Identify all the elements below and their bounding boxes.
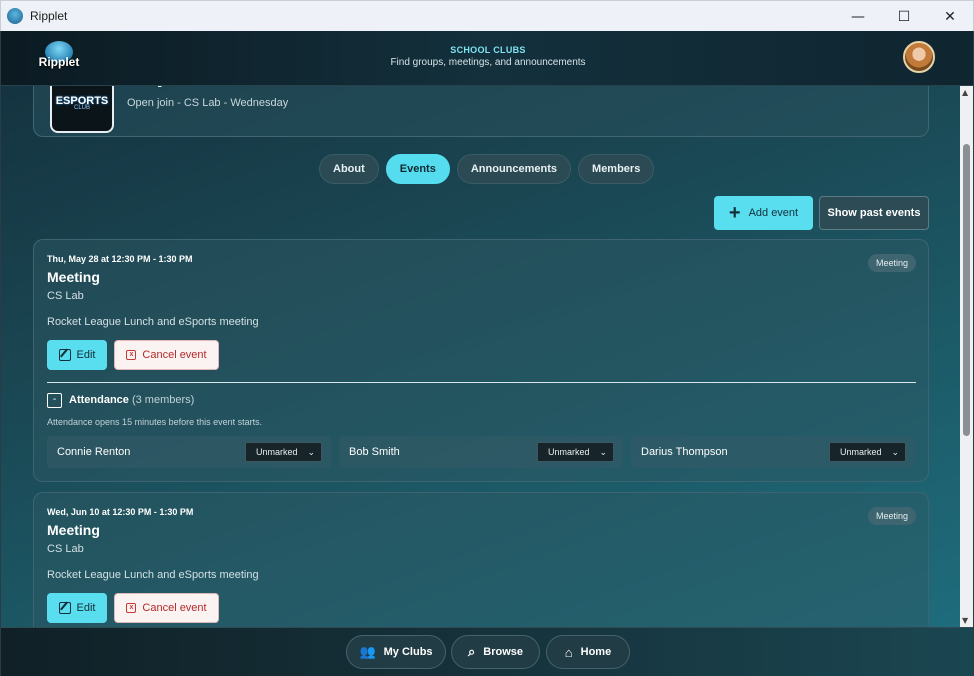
bottom-nav: 👥 My Clubs ⌕ Browse ⌂ Home [1,627,973,676]
attendance-status-select[interactable]: Unmarked ⌄ [829,442,906,462]
status-value: Unmarked [256,447,298,457]
club-meta: Open join - CS Lab - Wednesday [127,97,289,109]
cancel-label: Cancel event [142,602,207,614]
event-title: Meeting [47,522,100,538]
maximize-button[interactable]: ☐ [881,1,927,32]
add-event-label: Add event [748,207,799,219]
attendance-member: Bob Smith Unmarked ⌄ [339,436,623,468]
club-logo: ESPORTS CLUB [50,86,114,133]
scroll-down-icon[interactable]: ▼ [962,616,968,625]
add-event-button[interactable]: + Add event [714,196,813,230]
search-icon: ⌕ [467,644,476,659]
cancel-label: Cancel event [142,349,207,361]
event-title: Meeting [47,269,100,285]
event-description: Rocket League Lunch and eSports meeting [47,569,259,581]
attendance-note: Attendance opens 15 minutes before this … [47,417,263,427]
event-card: Thu, May 28 at 12:30 PM - 1:30 PM Meetin… [33,239,929,482]
club-logo-subtext: CLUB [73,105,90,111]
event-location: CS Lab [47,290,84,302]
chevron-down-icon: ⌄ [599,446,607,457]
edit-event-button[interactable]: Edit [47,593,107,623]
chevron-down-icon: ⌄ [891,446,899,457]
show-past-events-button[interactable]: Show past events [819,196,929,230]
edit-label: Edit [76,602,96,614]
attendance-label: Attendance (3 members) [69,394,194,406]
event-type-badge: Meeting [868,507,917,525]
attendance-status-select[interactable]: Unmarked ⌄ [537,442,614,462]
status-value: Unmarked [840,447,882,457]
window-title: Ripplet [30,9,68,23]
nav-label: Browse [483,646,524,658]
nav-label: Home [580,646,612,658]
close-box-icon: x [126,603,137,613]
event-card: Wed, Jun 10 at 12:30 PM - 1:30 PM Meetin… [33,492,929,627]
header-title: SCHOOL CLUBS [450,45,526,55]
app-window: Ripplet SCHOOL CLUBS Find groups, meetin… [0,31,974,676]
attendance-collapse-toggle[interactable]: - [47,393,62,408]
tab-about[interactable]: About [319,154,379,184]
event-location: CS Lab [47,543,84,555]
scrollbar-thumb[interactable] [963,144,970,436]
header-subtitle: Find groups, meetings, and announcements [390,57,586,68]
edit-icon [58,602,71,614]
event-date: Thu, May 28 at 12:30 PM - 1:30 PM [47,254,193,264]
attendance-title: Attendance [69,394,129,406]
attendance-member: Darius Thompson Unmarked ⌄ [631,436,915,468]
nav-my-clubs-button[interactable]: 👥 My Clubs [346,635,446,669]
member-name: Bob Smith [349,446,400,458]
club-header-card: ESPORTS CLUB eSports Open join - CS Lab … [33,86,929,137]
nav-label: My Clubs [383,646,433,658]
attendance-status-select[interactable]: Unmarked ⌄ [245,442,322,462]
event-type-badge: Meeting [868,254,917,272]
divider [47,382,916,383]
nav-browse-button[interactable]: ⌕ Browse [451,635,540,669]
edit-event-button[interactable]: Edit [47,340,107,370]
window-titlebar: Ripplet — ☐ ✕ [0,0,974,31]
attendance-member: Connie Renton Unmarked ⌄ [47,436,331,468]
attendance-list: Connie Renton Unmarked ⌄ Bob Smith Unmar… [47,436,915,468]
edit-icon [58,349,71,361]
home-icon: ⌂ [564,644,573,660]
event-description: Rocket League Lunch and eSports meeting [47,316,259,328]
tab-announcements[interactable]: Announcements [456,154,572,184]
member-name: Connie Renton [57,446,131,458]
app-icon [7,8,23,24]
close-button[interactable]: ✕ [927,1,973,32]
scroll-up-icon[interactable]: ▲ [962,88,968,97]
club-name: eSports [127,86,216,89]
logo-text: Ripplet [38,55,80,69]
vertical-scrollbar[interactable]: ▲ ▼ [960,86,973,627]
nav-home-button[interactable]: ⌂ Home [546,635,630,669]
user-avatar[interactable] [903,41,935,73]
plus-icon: + [728,202,741,224]
chevron-down-icon: ⌄ [307,446,315,457]
club-tabs: About Events Announcements Members [319,154,655,184]
main-content[interactable]: ESPORTS CLUB eSports Open join - CS Lab … [1,86,959,627]
close-box-icon: x [126,350,137,360]
cancel-event-button[interactable]: x Cancel event [114,593,219,623]
ripplet-logo[interactable]: Ripplet [37,41,81,77]
attendance-count: (3 members) [131,394,195,406]
cancel-event-button[interactable]: x Cancel event [114,340,219,370]
people-icon: 👥 [359,644,376,659]
app-header: Ripplet SCHOOL CLUBS Find groups, meetin… [1,31,973,86]
edit-label: Edit [76,349,96,361]
member-name: Darius Thompson [641,446,728,458]
event-date: Wed, Jun 10 at 12:30 PM - 1:30 PM [47,507,194,517]
tab-members[interactable]: Members [578,154,655,184]
minimize-button[interactable]: — [835,1,881,32]
tab-events[interactable]: Events [385,154,450,184]
status-value: Unmarked [548,447,590,457]
